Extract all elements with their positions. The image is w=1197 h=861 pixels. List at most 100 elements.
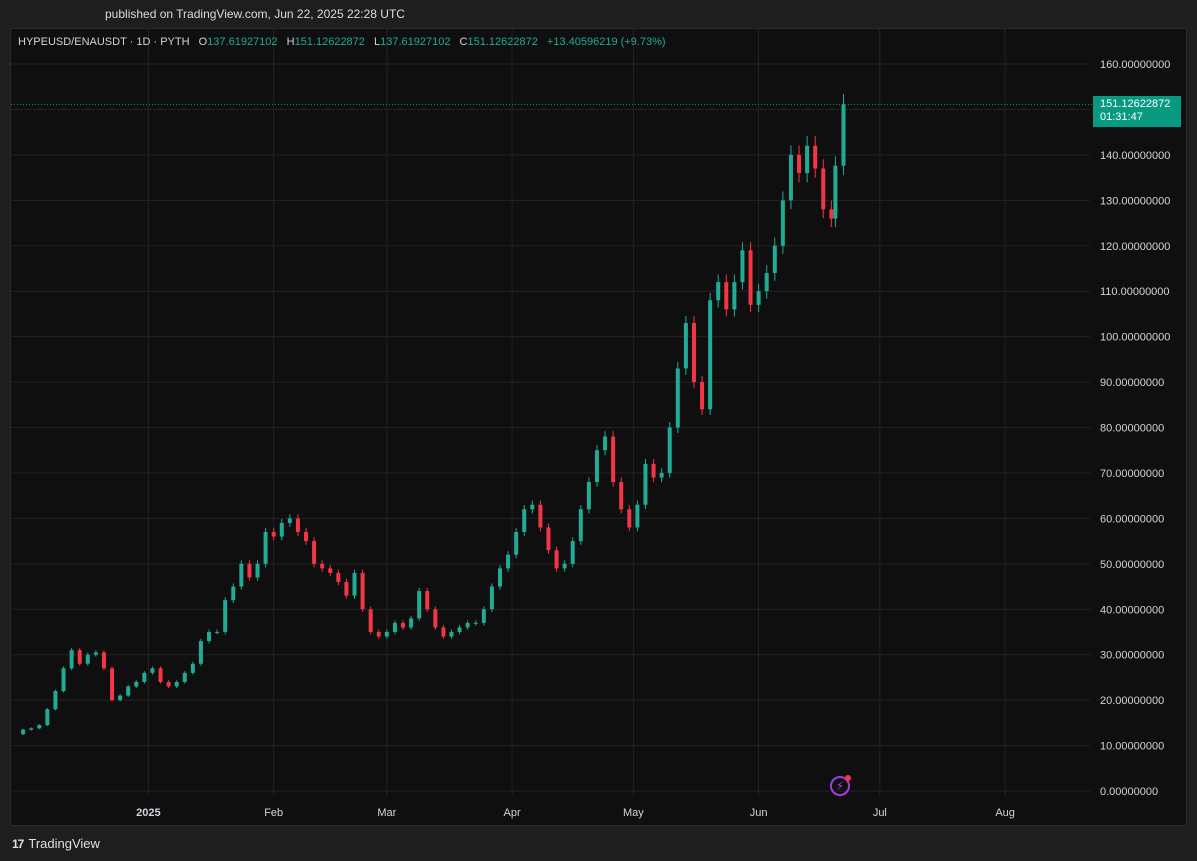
lightning-icon[interactable]: ⚡	[830, 775, 851, 796]
candle-body	[417, 591, 422, 619]
y-tick-label: 30.00000000	[1100, 650, 1164, 662]
candle-body	[182, 672, 187, 682]
candle-body	[481, 609, 486, 623]
symbol-label[interactable]: HYPEUSD/ENAUSDT · 1D · PYTH	[18, 36, 190, 48]
y-tick-label: 20.00000000	[1100, 695, 1164, 707]
candle-body	[328, 568, 333, 573]
candle-body	[489, 586, 494, 610]
x-tick-label: Mar	[377, 807, 396, 819]
candle-body	[805, 145, 810, 174]
candle-body	[360, 572, 365, 610]
candle-body	[93, 652, 98, 655]
y-tick-label: 90.00000000	[1100, 377, 1164, 389]
x-tick-label: Feb	[264, 807, 283, 819]
candle-body	[700, 382, 705, 410]
candle-body	[546, 527, 551, 551]
candle-body	[126, 686, 131, 696]
candle-body	[764, 273, 769, 292]
candle-body	[441, 627, 446, 637]
notification-dot	[845, 775, 851, 781]
y-tick-label: 120.00000000	[1100, 241, 1170, 253]
candle-body	[174, 681, 179, 687]
x-tick-label: May	[623, 807, 644, 819]
candle-body	[578, 509, 583, 542]
open-value: 137.61927102	[207, 36, 278, 48]
candle-body	[748, 250, 753, 305]
candle-body	[255, 563, 260, 578]
candle-body	[263, 532, 268, 564]
candle-body	[829, 209, 834, 219]
candle-body	[522, 509, 527, 533]
candle-body	[683, 322, 688, 369]
footer: 17 TradingView	[0, 830, 1197, 861]
candle-body	[207, 631, 212, 642]
candle-body	[740, 250, 745, 283]
y-tick-label: 40.00000000	[1100, 604, 1164, 616]
candle-body	[215, 631, 220, 633]
candle-body	[554, 550, 559, 569]
candle-body	[841, 104, 846, 166]
candle-body	[134, 681, 139, 687]
candle-body	[425, 591, 430, 610]
candle-body	[320, 563, 325, 569]
x-tick-label: Apr	[504, 807, 521, 819]
y-tick-label: 140.00000000	[1100, 150, 1170, 162]
last-price-value: 151.12622872	[1100, 98, 1171, 110]
candle-body	[247, 563, 252, 578]
candle-body	[756, 291, 761, 305]
y-tick-label: 10.00000000	[1100, 741, 1164, 753]
close-value: 151.12622872	[467, 36, 538, 48]
change-value: +13.40596219 (+9.73%)	[546, 36, 666, 48]
candle-body	[465, 622, 470, 628]
candle-body	[101, 652, 106, 669]
open-key: O	[198, 36, 208, 48]
x-tick-label: Jul	[873, 807, 887, 819]
candle-body	[304, 532, 309, 542]
candle-body	[77, 650, 82, 664]
y-tick-label: 0.00000000	[1100, 786, 1158, 798]
y-tick-label: 60.00000000	[1100, 513, 1164, 525]
tradingview-logo[interactable]: 17 TradingView	[12, 836, 100, 851]
candle-body	[61, 668, 66, 692]
candle-body	[708, 300, 713, 410]
candle-body	[724, 282, 729, 310]
candle-body	[223, 600, 228, 632]
y-tick-label: 70.00000000	[1100, 468, 1164, 480]
candle-body	[376, 631, 381, 637]
candle-body	[603, 436, 608, 451]
high-value: 151.12622872	[294, 36, 365, 48]
candle-body	[594, 450, 599, 483]
candle-body	[675, 368, 680, 428]
candle-body	[691, 322, 696, 383]
candle-body	[344, 581, 349, 596]
candle-body	[530, 504, 535, 510]
candle-body	[813, 145, 818, 169]
candle-body	[667, 427, 672, 473]
candle-body	[716, 282, 721, 301]
candle-body	[166, 681, 171, 687]
candle-body	[37, 725, 42, 729]
candle-body	[287, 518, 292, 523]
candle-body	[433, 609, 438, 628]
candle-body	[279, 522, 284, 537]
high-key: H	[286, 36, 295, 48]
low-value: 137.61927102	[380, 36, 451, 48]
tradingview-logo-icon: 17	[12, 836, 24, 851]
candlestick-chart[interactable]: 0.00000000 10.00000000 20.00000000 30.00000…	[0, 0, 1197, 861]
candle-body	[651, 463, 656, 478]
candle-body	[368, 609, 373, 632]
candle-body	[611, 436, 616, 483]
brand-name: TradingView	[28, 836, 100, 851]
candle-body	[797, 154, 802, 174]
candle-body	[336, 572, 341, 582]
candle-body	[158, 668, 163, 682]
candle-body	[409, 618, 414, 628]
candle-body	[619, 482, 624, 510]
y-tick-label: 100.00000000	[1100, 332, 1170, 344]
x-tick-label: Aug	[995, 807, 1015, 819]
y-tick-label: 50.00000000	[1100, 559, 1164, 571]
bar-countdown: 01:31:47	[1100, 111, 1143, 123]
candle-body	[457, 627, 462, 632]
candle-body	[570, 541, 575, 564]
y-tick-label: 110.00000000	[1100, 286, 1170, 298]
